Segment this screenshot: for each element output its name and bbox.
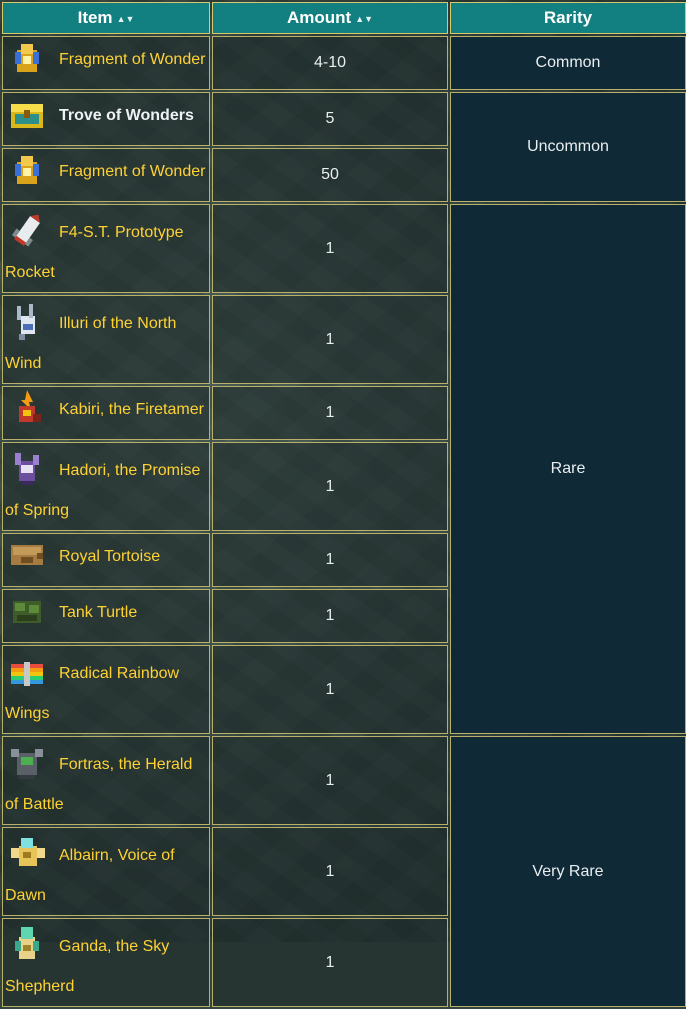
sort-icon[interactable]: ▲▼ bbox=[355, 14, 373, 24]
item-cell: Kabiri, the Firetamer bbox=[2, 386, 210, 440]
table-row: Trove of Wonders 5 Uncommon bbox=[2, 92, 686, 202]
item-cell: Royal Tortoise bbox=[2, 533, 210, 587]
item-cell: F4-S.T. Prototype Rocket bbox=[2, 204, 210, 293]
rocket-mount-icon bbox=[7, 211, 47, 251]
amount-cell: 1 bbox=[212, 442, 448, 531]
rarity-cell-very-rare: Very Rare bbox=[450, 736, 686, 1007]
fragment-of-wonder-icon bbox=[7, 38, 47, 78]
table-header-row: Item ▲▼ Amount ▲▼ Rarity bbox=[2, 2, 686, 34]
amount-cell: 5 bbox=[212, 92, 448, 146]
rarity-cell-uncommon: Uncommon bbox=[450, 92, 686, 202]
item-cell: Fragment of Wonder bbox=[2, 36, 210, 90]
item-name[interactable]: Tank Turtle bbox=[59, 604, 137, 621]
kabiri-icon bbox=[7, 388, 47, 428]
sort-icon[interactable]: ▲▼ bbox=[117, 14, 135, 24]
item-name[interactable]: Trove of Wonders bbox=[59, 107, 194, 124]
amount-cell: 1 bbox=[212, 827, 448, 916]
item-name[interactable]: Fragment of Wonder bbox=[59, 163, 205, 180]
table-row: Fragment of Wonder 4-10 Common bbox=[2, 36, 686, 90]
royal-tortoise-icon bbox=[7, 535, 47, 575]
amount-cell: 50 bbox=[212, 148, 448, 202]
loot-table: Item ▲▼ Amount ▲▼ Rarity Fragment of Wonde… bbox=[0, 0, 686, 1009]
amount-cell: 1 bbox=[212, 533, 448, 587]
amount-cell: 1 bbox=[212, 645, 448, 734]
table-row: Fortras, the Herald of Battle 1 Very Rar… bbox=[2, 736, 686, 1007]
item-cell: Ganda, the Sky Shepherd bbox=[2, 918, 210, 1007]
rarity-cell-common: Common bbox=[450, 36, 686, 90]
item-name[interactable]: Royal Tortoise bbox=[59, 548, 160, 565]
amount-cell: 1 bbox=[212, 736, 448, 825]
item-cell: Albairn, Voice of Dawn bbox=[2, 827, 210, 916]
amount-cell: 4-10 bbox=[212, 36, 448, 90]
column-header-rarity: Rarity bbox=[450, 2, 686, 34]
item-name[interactable]: Fragment of Wonder bbox=[59, 51, 205, 68]
fortras-icon bbox=[7, 743, 47, 783]
item-cell: Illuri of the North Wind bbox=[2, 295, 210, 384]
item-cell: Fortras, the Herald of Battle bbox=[2, 736, 210, 825]
item-cell: Trove of Wonders bbox=[2, 92, 210, 146]
amount-cell: 1 bbox=[212, 918, 448, 1007]
item-cell: Fragment of Wonder bbox=[2, 148, 210, 202]
trove-of-wonders-icon bbox=[7, 94, 47, 134]
table-row: F4-S.T. Prototype Rocket 1 Rare bbox=[2, 204, 686, 734]
ganda-icon bbox=[7, 925, 47, 965]
item-cell: Tank Turtle bbox=[2, 589, 210, 643]
item-cell: Radical Rainbow Wings bbox=[2, 645, 210, 734]
rainbow-wings-icon bbox=[7, 652, 47, 692]
amount-cell: 1 bbox=[212, 386, 448, 440]
column-header-item[interactable]: Item ▲▼ bbox=[2, 2, 210, 34]
rarity-cell-rare: Rare bbox=[450, 204, 686, 734]
albairn-icon bbox=[7, 834, 47, 874]
amount-cell: 1 bbox=[212, 295, 448, 384]
column-header-amount[interactable]: Amount ▲▼ bbox=[212, 2, 448, 34]
hadori-icon bbox=[7, 449, 47, 489]
item-cell: Hadori, the Promise of Spring bbox=[2, 442, 210, 531]
illuri-icon bbox=[7, 302, 47, 342]
tank-turtle-icon bbox=[7, 591, 47, 631]
fragment-of-wonder-icon bbox=[7, 150, 47, 190]
amount-cell: 1 bbox=[212, 589, 448, 643]
item-name[interactable]: Kabiri, the Firetamer bbox=[59, 401, 204, 418]
amount-cell: 1 bbox=[212, 204, 448, 293]
